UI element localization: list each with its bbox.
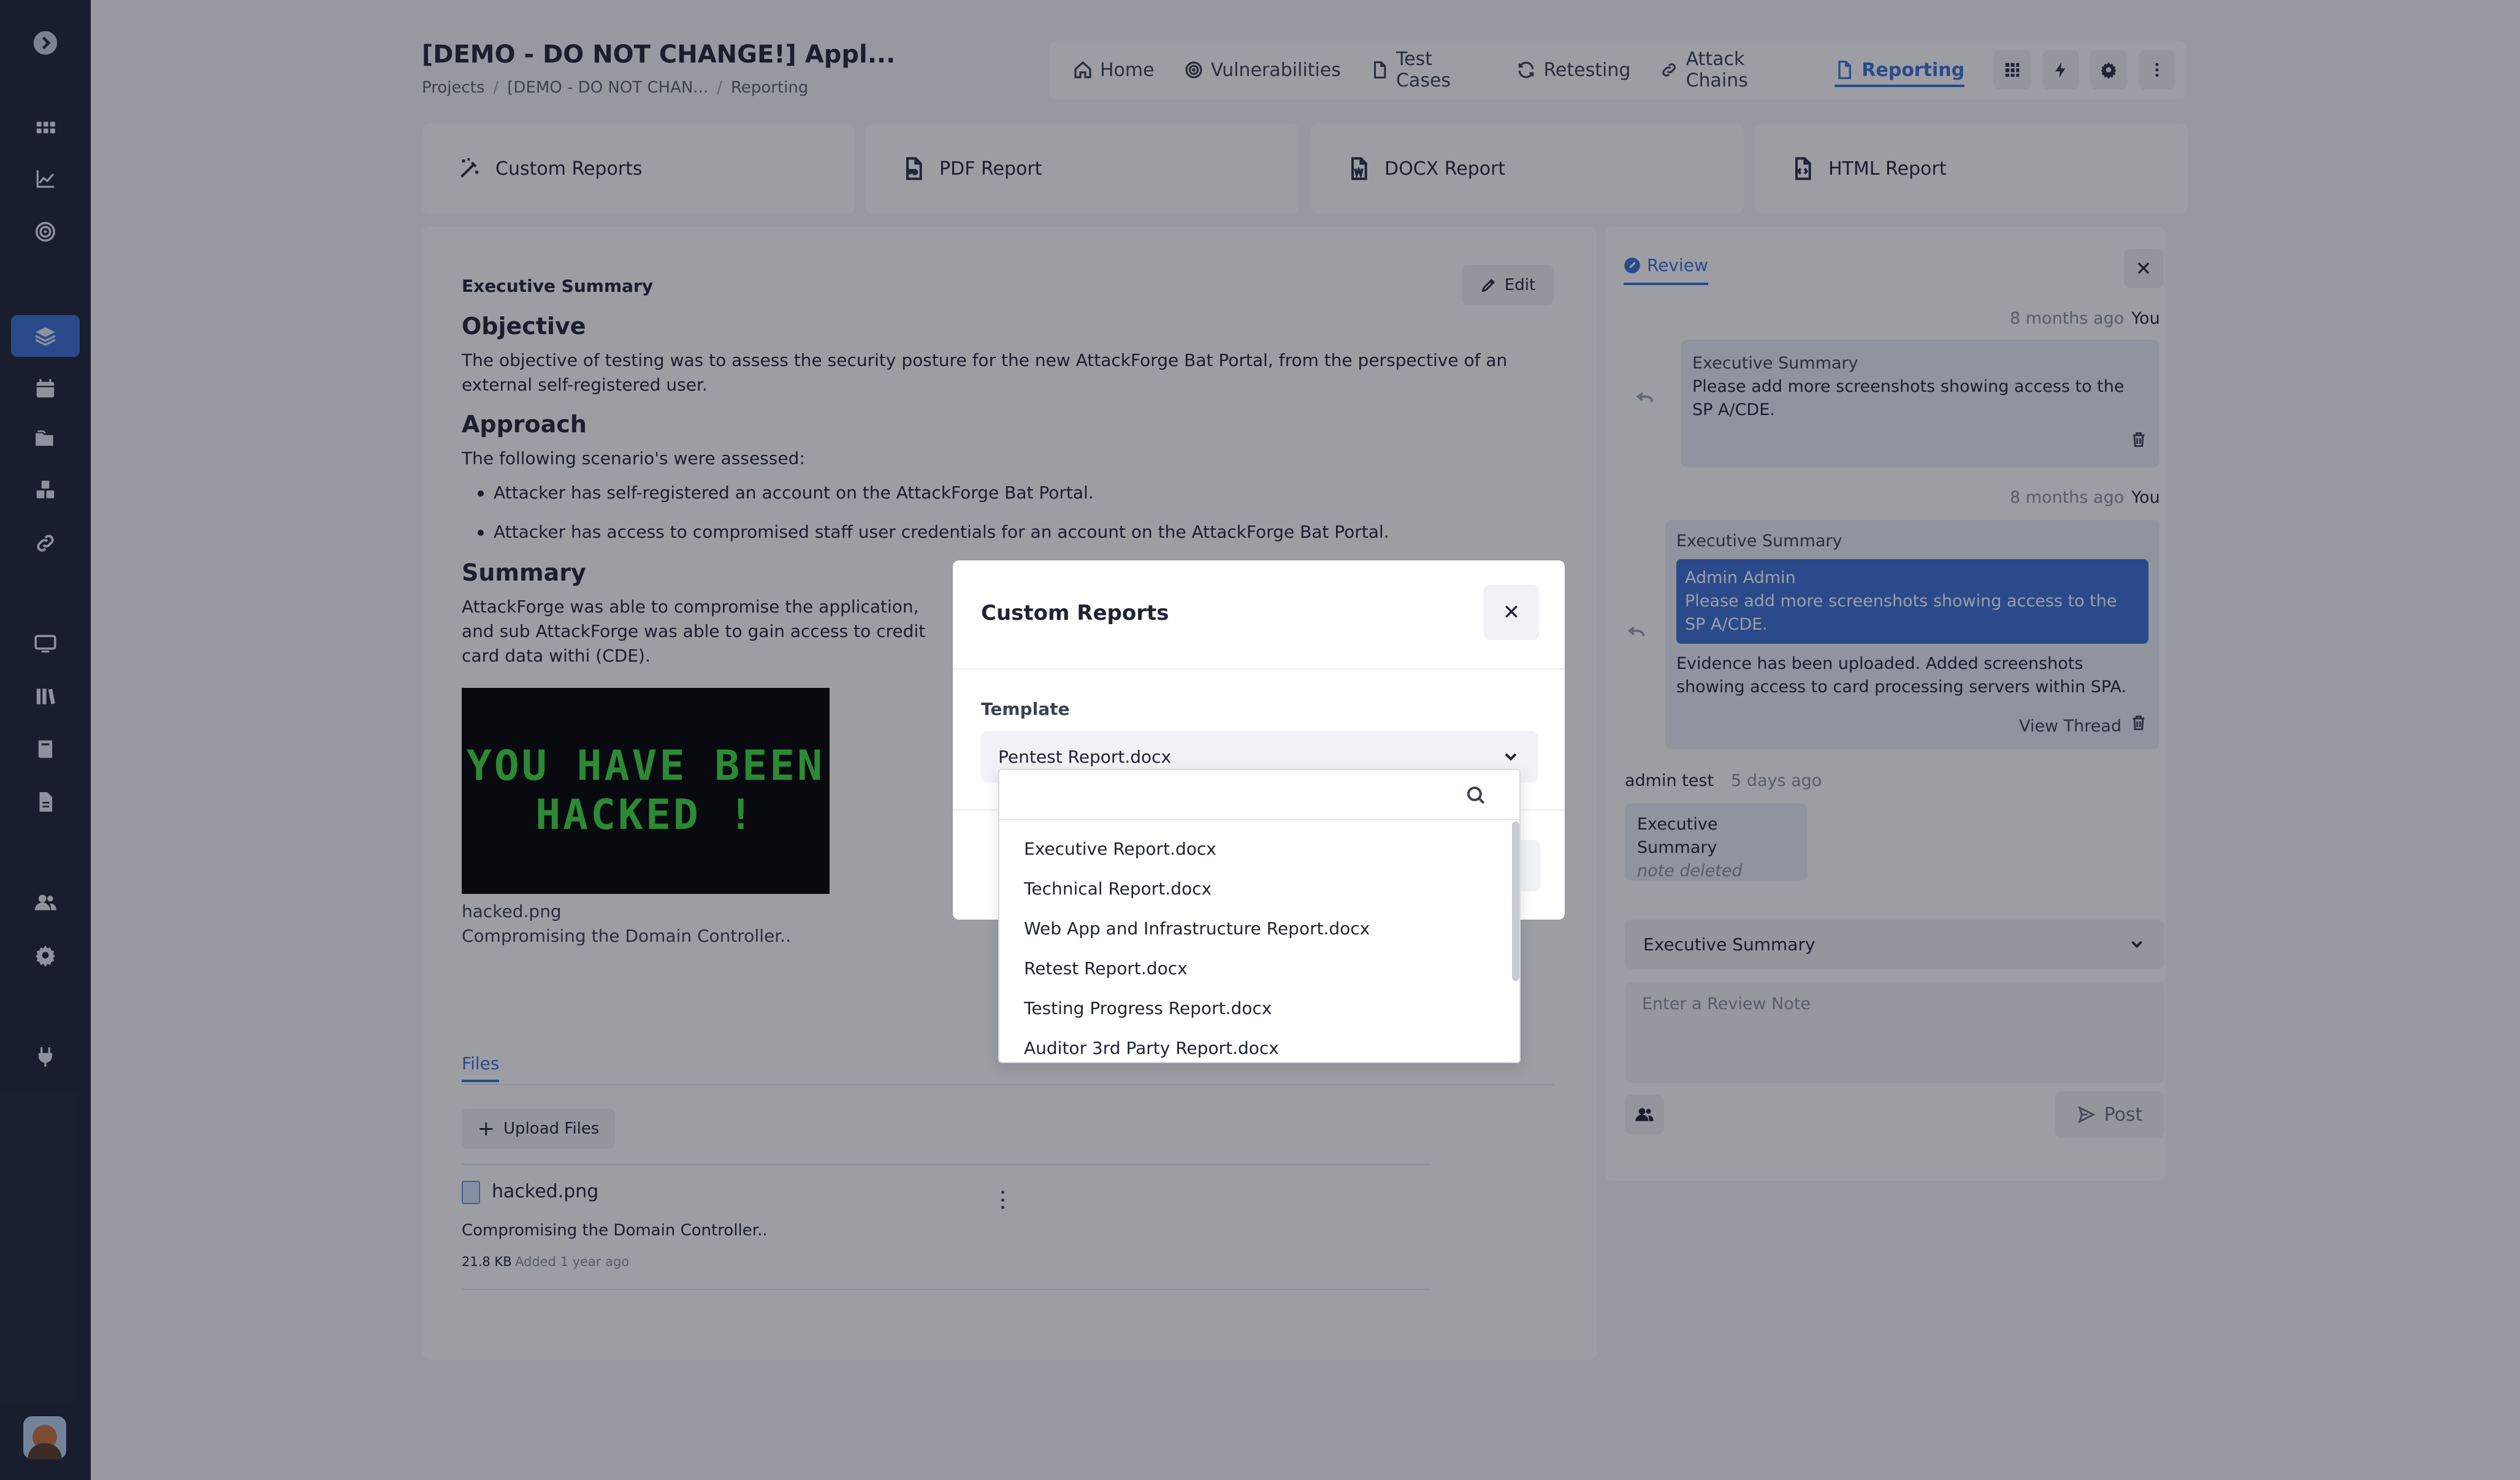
close-icon: ✕: [1502, 600, 1521, 625]
close-modal-button[interactable]: ✕: [1484, 585, 1539, 640]
template-options: Executive Report.docx Technical Report.d…: [999, 829, 1508, 1062]
template-option[interactable]: Executive Report.docx: [999, 829, 1508, 869]
dropdown-scrollbar[interactable]: [1512, 822, 1519, 981]
template-label: Template: [981, 699, 1070, 719]
template-option[interactable]: Auditor 3rd Party Report.docx: [999, 1028, 1508, 1062]
divider: [953, 668, 1565, 669]
modal-title: Custom Reports: [981, 601, 1169, 625]
template-option[interactable]: Retest Report.docx: [999, 948, 1508, 988]
template-dropdown: Executive Report.docx Technical Report.d…: [998, 769, 1521, 1063]
template-option[interactable]: Technical Report.docx: [999, 869, 1508, 909]
template-option[interactable]: Web App and Infrastructure Report.docx: [999, 909, 1508, 948]
template-option[interactable]: Testing Progress Report.docx: [999, 988, 1508, 1028]
selected-template: Pentest Report.docx: [998, 746, 1172, 767]
chevron-down-icon: [1505, 753, 1517, 761]
template-search-input[interactable]: [999, 770, 1519, 820]
search-icon: [1465, 785, 1486, 806]
